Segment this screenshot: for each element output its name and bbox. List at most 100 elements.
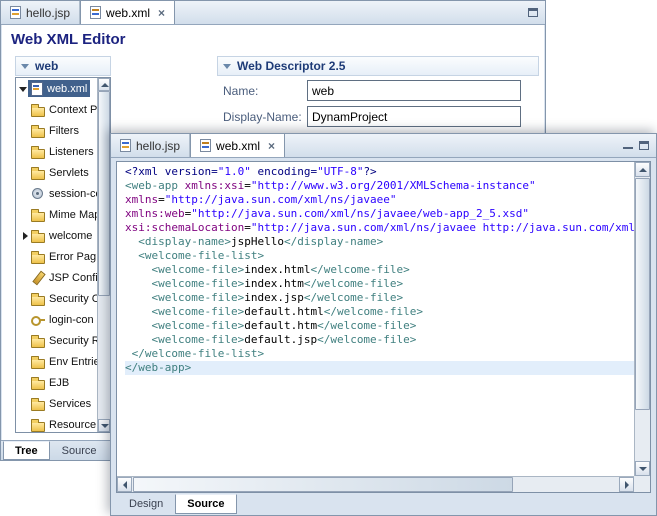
code-token: index.htm — [244, 277, 304, 290]
tree-item-body[interactable]: Resource — [30, 416, 97, 432]
tree-item[interactable]: Mime Map — [16, 204, 97, 225]
tree-item[interactable]: Servlets — [16, 162, 97, 183]
tree-item[interactable]: Filters — [16, 120, 97, 141]
tree-item[interactable]: JSP Config — [16, 267, 97, 288]
restore-window-icon[interactable] — [528, 8, 538, 17]
page-title: Web XML Editor — [11, 31, 125, 48]
tree-item[interactable]: Security C — [16, 288, 97, 309]
display-name-field-label: Display-Name: — [223, 110, 302, 124]
tree-item[interactable]: Listeners — [16, 141, 97, 162]
tree-item-label: Security R — [49, 335, 97, 347]
tree-item-label: login-con — [49, 314, 94, 326]
tree-item-body[interactable]: session-con — [30, 185, 97, 202]
twisty-spacer — [20, 147, 30, 157]
scroll-down-icon[interactable] — [635, 461, 650, 476]
tree-item-body[interactable]: JSP Config — [30, 269, 97, 286]
xml-source-editor[interactable]: <?xml version="1.0" encoding="UTF-8"?><w… — [116, 161, 651, 493]
tree-item[interactable]: EJB — [16, 372, 97, 393]
code-line[interactable]: </web-app> — [125, 361, 634, 375]
tree-item-body[interactable]: Security C — [30, 290, 97, 307]
tree-section-header[interactable]: web — [15, 56, 111, 76]
folder-icon — [31, 418, 46, 431]
tree-item-body[interactable]: Servlets — [30, 164, 92, 181]
code-line[interactable]: <display-name>jspHello</display-name> — [125, 235, 634, 249]
code-line[interactable]: <welcome-file-list> — [125, 249, 634, 263]
descriptor-section-header[interactable]: Web Descriptor 2.5 — [217, 56, 539, 76]
code-line[interactable]: <welcome-file>index.html</welcome-file> — [125, 263, 634, 277]
tree-scrollbar[interactable] — [97, 78, 110, 432]
code-area[interactable]: <?xml version="1.0" encoding="UTF-8"?><w… — [117, 162, 634, 476]
code-line[interactable]: <welcome-file>index.htm</welcome-file> — [125, 277, 634, 291]
tree-item-label: Context Params — [49, 104, 97, 116]
tab-web-xml[interactable]: web.xml × — [190, 134, 285, 157]
collapse-arrow-icon[interactable] — [18, 84, 28, 94]
tab-design-view[interactable]: Design — [117, 494, 175, 514]
tree-item-body[interactable]: welcome — [30, 227, 95, 244]
tree-item[interactable]: Error Pag — [16, 246, 97, 267]
scroll-up-icon[interactable] — [635, 162, 650, 177]
tab-hello-jsp[interactable]: hello.jsp — [111, 134, 190, 157]
tab-web-xml[interactable]: web.xml × — [80, 1, 175, 24]
tree-item-body[interactable]: Filters — [30, 122, 82, 139]
tree-item[interactable]: Security R — [16, 330, 97, 351]
tree-item-body[interactable]: EJB — [30, 374, 72, 391]
xml-file-icon — [200, 139, 211, 152]
code-line[interactable]: <welcome-file>default.jsp</welcome-file> — [125, 333, 634, 347]
tree-item[interactable]: Services — [16, 393, 97, 414]
section-collapse-icon[interactable] — [20, 61, 30, 71]
tree-item-label: Security C — [49, 293, 97, 305]
editor-vertical-scrollbar[interactable] — [634, 162, 650, 476]
tab-hello-jsp[interactable]: hello.jsp — [1, 1, 80, 24]
expand-arrow-icon[interactable] — [20, 231, 30, 241]
vertical-scrollbar-thumb[interactable] — [635, 178, 650, 410]
tree-item[interactable]: Env Entries — [16, 351, 97, 372]
display-name-field[interactable] — [307, 106, 521, 127]
tree-item[interactable]: session-con — [16, 183, 97, 204]
tab-tree-view[interactable]: Tree — [3, 441, 50, 460]
code-token: "http://java.sun.com/xml/ns/javaee" — [165, 193, 397, 206]
horizontal-scrollbar-thumb[interactable] — [133, 477, 513, 492]
code-token: xmlns — [125, 193, 158, 206]
code-line[interactable]: <web-app xmlns:xsi="http://www.w3.org/20… — [125, 179, 634, 193]
tab-source-view[interactable]: Source — [175, 494, 236, 514]
code-line[interactable]: <?xml version="1.0" encoding="UTF-8"?> — [125, 165, 634, 179]
code-line[interactable]: <welcome-file>default.htm</welcome-file> — [125, 319, 634, 333]
minimize-window-icon[interactable] — [623, 142, 633, 149]
tree-item-body[interactable]: Context Params — [30, 101, 97, 118]
tree-item-body[interactable]: Error Pag — [30, 248, 97, 265]
tree-item-body[interactable]: Env Entries — [30, 353, 97, 370]
bg-bottom-tabs: Tree Source — [3, 441, 109, 460]
section-collapse-icon[interactable] — [222, 61, 232, 71]
tree-item[interactable]: Context Params — [16, 99, 97, 120]
tree-item[interactable]: welcome — [16, 225, 97, 246]
tree-item-body[interactable]: Services — [30, 395, 94, 412]
code-line[interactable]: xmlns="http://java.sun.com/xml/ns/javaee… — [125, 193, 634, 207]
scroll-left-icon[interactable] — [117, 477, 132, 492]
tree-item[interactable]: login-con — [16, 309, 97, 330]
close-tab-icon[interactable]: × — [158, 8, 165, 18]
code-line[interactable]: </welcome-file-list> — [125, 347, 634, 361]
tree-item[interactable]: web.xml — [16, 78, 97, 99]
name-field[interactable] — [307, 80, 521, 101]
tree-item-body[interactable]: login-con — [30, 311, 97, 328]
code-token: index.html — [244, 263, 310, 276]
tree-item-body[interactable]: Security R — [30, 332, 97, 349]
tree-item[interactable]: Resource — [16, 414, 97, 432]
code-token: </welcome-file> — [304, 291, 403, 304]
folder-icon — [31, 334, 46, 347]
scroll-up-icon[interactable] — [98, 78, 110, 91]
tree-item-body[interactable]: Listeners — [30, 143, 97, 160]
tree-scrollbar-thumb[interactable] — [98, 91, 110, 296]
tree-item-body[interactable]: Mime Map — [30, 206, 97, 223]
tree-item-body[interactable]: web.xml — [28, 80, 90, 97]
tab-source-view[interactable]: Source — [50, 441, 109, 460]
code-line[interactable]: xsi:schemaLocation="http://java.sun.com/… — [125, 221, 634, 235]
scroll-down-icon[interactable] — [98, 419, 110, 432]
code-line[interactable]: <welcome-file>default.html</welcome-file… — [125, 305, 634, 319]
code-line[interactable]: xmlns:web="http://java.sun.com/xml/ns/ja… — [125, 207, 634, 221]
maximize-window-icon[interactable] — [639, 141, 649, 150]
editor-horizontal-scrollbar[interactable] — [117, 476, 634, 492]
close-tab-icon[interactable]: × — [268, 141, 275, 151]
scroll-right-icon[interactable] — [619, 477, 634, 492]
code-line[interactable]: <welcome-file>index.jsp</welcome-file> — [125, 291, 634, 305]
